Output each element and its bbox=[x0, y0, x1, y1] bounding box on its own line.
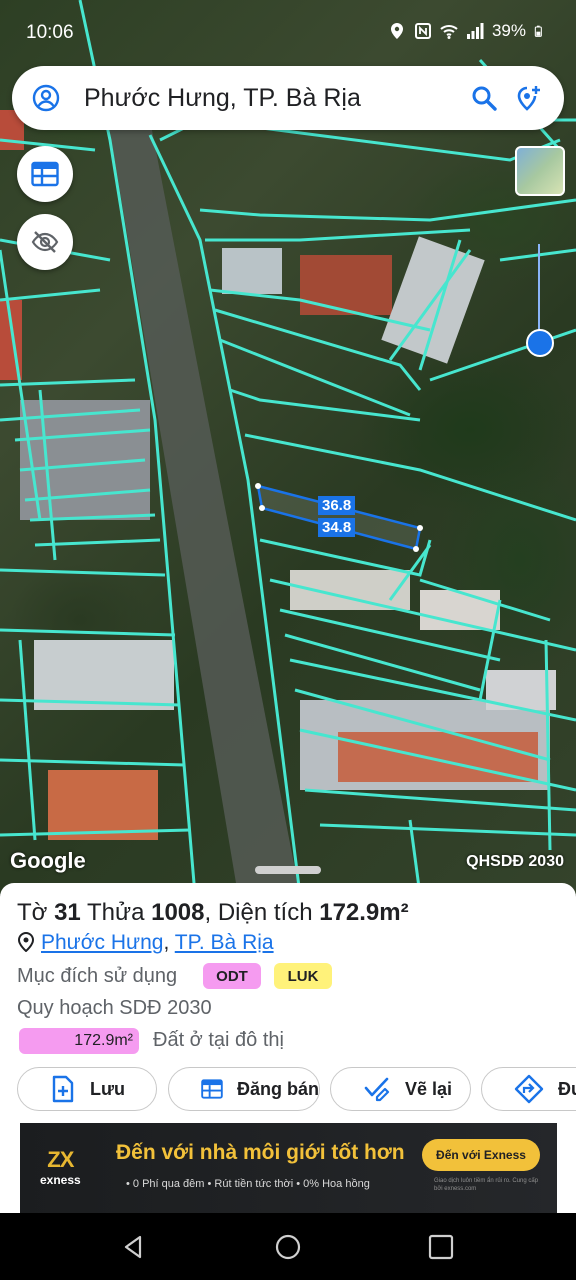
ad-cta-button[interactable]: Đến với Exness bbox=[422, 1139, 540, 1171]
building-roof bbox=[34, 640, 174, 710]
opacity-slider-knob[interactable] bbox=[526, 329, 554, 357]
table-icon bbox=[31, 161, 59, 187]
sheet-drag-handle[interactable] bbox=[255, 866, 321, 874]
search-query[interactable]: Phước Hưng, TP. Bà Rịa bbox=[84, 84, 361, 113]
plan-layer-label: QHSDĐ 2030 bbox=[466, 853, 564, 870]
recents-icon[interactable] bbox=[427, 1233, 455, 1261]
action-row: Lưu Đăng bán Vẽ lại Đườ bbox=[17, 1067, 576, 1113]
nfc-icon bbox=[414, 23, 431, 39]
land-plan-label: Quy hoạch SDĐ 2030 bbox=[17, 997, 212, 1019]
directions-button[interactable]: Đườ bbox=[481, 1067, 576, 1111]
wifi-icon bbox=[440, 25, 458, 39]
map-view[interactable]: 36.8 34.8 Google QHSDĐ 2030 bbox=[0, 0, 576, 895]
location-icon bbox=[390, 23, 403, 39]
ad-banner[interactable]: ZX exness Đến với nhà môi giới tốt hơn •… bbox=[20, 1123, 557, 1213]
search-bar[interactable]: Phước Hưng, TP. Bà Rịa bbox=[12, 66, 564, 130]
system-nav-bar bbox=[0, 1213, 576, 1280]
parcel-title: Tờ 31 Thửa 1008, Diện tích 172.9m² bbox=[17, 899, 409, 926]
toggle-visibility-button[interactable] bbox=[17, 214, 73, 270]
city-link[interactable]: TP. Bà Rịa bbox=[175, 931, 274, 954]
search-icon[interactable] bbox=[470, 84, 498, 112]
redraw-button[interactable]: Vẽ lại bbox=[330, 1067, 471, 1111]
opacity-slider-track[interactable] bbox=[538, 244, 540, 336]
parcel-info-sheet: Tờ 31 Thửa 1008, Diện tích 172.9m² Phước… bbox=[0, 883, 576, 1213]
ad-headline: Đến với nhà môi giới tốt hơn bbox=[116, 1141, 405, 1164]
ad-subtext: • 0 Phí qua đêm • Rút tiền tức thời • 0%… bbox=[126, 1178, 370, 1190]
usage-purpose-label: Mục đích sử dụng bbox=[17, 965, 178, 987]
account-icon[interactable] bbox=[32, 84, 60, 112]
battery-percent: 39% bbox=[491, 21, 526, 40]
eye-off-icon bbox=[31, 231, 59, 253]
building-roof bbox=[222, 248, 282, 294]
add-file-icon bbox=[52, 1075, 74, 1103]
back-icon[interactable] bbox=[120, 1233, 148, 1261]
pin-icon bbox=[17, 932, 35, 952]
parcel-address: Phước Hưng, TP. Bà Rịa bbox=[17, 931, 274, 955]
save-button[interactable]: Lưu bbox=[17, 1067, 157, 1111]
usage-badge-luk: LUK bbox=[274, 963, 332, 989]
building-roof bbox=[300, 255, 392, 315]
map-type-thumbnail[interactable] bbox=[515, 146, 565, 196]
add-location-icon[interactable] bbox=[514, 84, 542, 112]
redraw-icon bbox=[364, 1077, 390, 1102]
exness-logo: ZX exness bbox=[40, 1147, 81, 1187]
status-time: 10:06 bbox=[26, 22, 74, 43]
calendar-table-icon bbox=[201, 1079, 223, 1099]
directions-icon bbox=[514, 1074, 544, 1104]
battery-icon bbox=[534, 25, 542, 37]
sheet-number: 31 bbox=[54, 899, 81, 926]
ward-link[interactable]: Phước Hưng bbox=[41, 931, 163, 954]
home-icon[interactable] bbox=[274, 1233, 302, 1261]
usage-badge-odt: ODT bbox=[203, 963, 261, 989]
edge-length-label-top: 36.8 bbox=[318, 496, 356, 515]
post-for-sale-button[interactable]: Đăng bán bbox=[168, 1067, 320, 1111]
building-roof bbox=[48, 770, 158, 840]
plan-area-description: Đất ở tại đô thị bbox=[153, 1029, 284, 1051]
edge-length-label-bottom: 34.8 bbox=[318, 518, 356, 537]
status-bar: 10:06 39% bbox=[0, 0, 576, 64]
ad-disclaimer: Giao dịch luôn tiềm ẩn rủi ro. Cung cấp … bbox=[434, 1178, 539, 1192]
signal-icon bbox=[466, 23, 484, 39]
google-attribution: Google bbox=[10, 848, 86, 873]
layers-button[interactable] bbox=[17, 146, 73, 202]
parcel-area: 172.9m² bbox=[319, 899, 409, 926]
parcel-number: 1008 bbox=[151, 899, 205, 926]
plan-area-pill: 172.9m² bbox=[19, 1028, 139, 1054]
